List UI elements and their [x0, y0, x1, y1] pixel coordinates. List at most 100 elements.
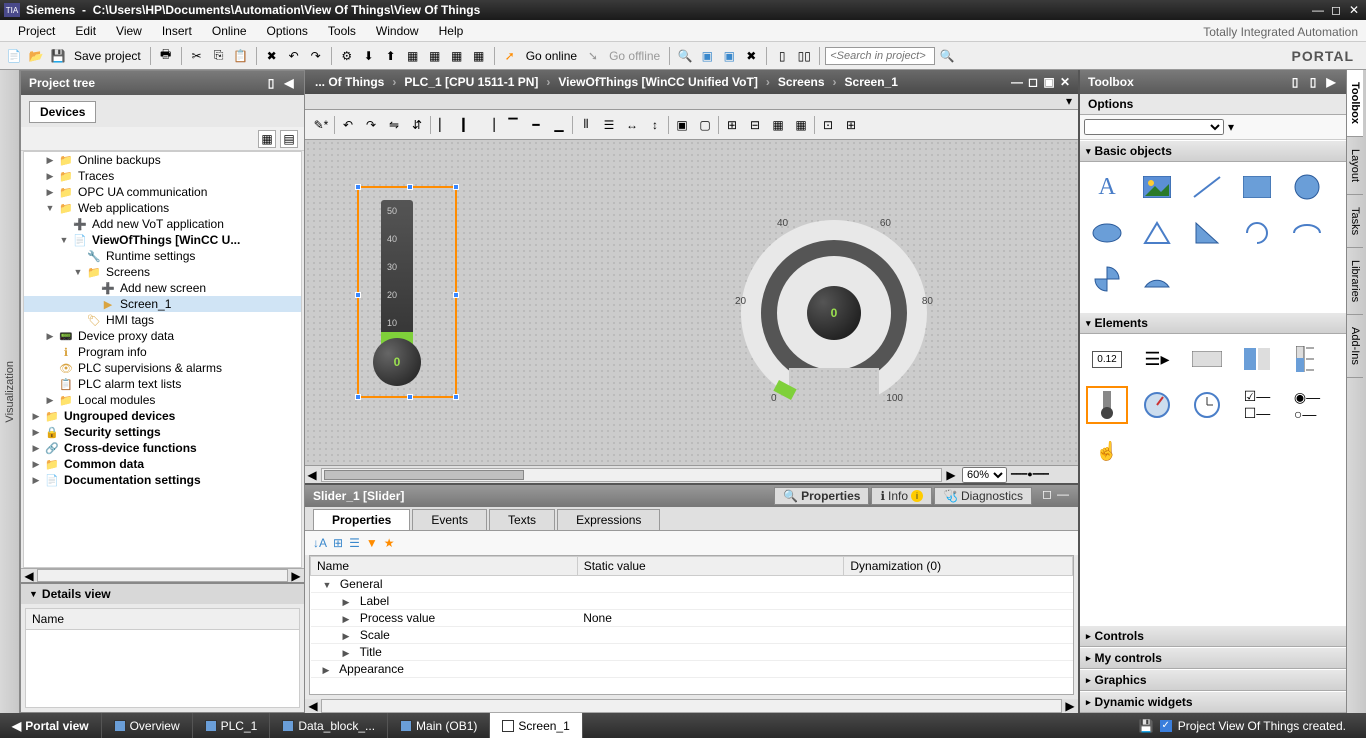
- tree-item[interactable]: ▶📁Common data: [24, 456, 301, 472]
- property-row[interactable]: ▶ Appearance: [311, 661, 1073, 678]
- tree-item[interactable]: ▶📁Local modules: [24, 392, 301, 408]
- canvas-scrollbar[interactable]: ◀ ▶ 60% ━━━●━━━: [305, 465, 1078, 483]
- maximize-button[interactable]: ◻: [1328, 3, 1344, 17]
- sub-tab-properties[interactable]: Properties: [313, 509, 410, 530]
- menu-project[interactable]: Project: [8, 22, 65, 40]
- menu-options[interactable]: Options: [257, 22, 318, 40]
- tree-item[interactable]: ➕Add new VoT application: [24, 216, 301, 232]
- upload-icon[interactable]: ⬆: [381, 46, 401, 66]
- vtab-toolbox[interactable]: Toolbox: [1347, 70, 1363, 137]
- menu-insert[interactable]: Insert: [152, 22, 202, 40]
- download-icon[interactable]: ⬇: [359, 46, 379, 66]
- properties-tab[interactable]: 🔍Properties: [774, 487, 869, 505]
- layer2-icon[interactable]: ▦: [791, 115, 811, 135]
- dynamic-widgets-section[interactable]: ▸Dynamic widgets: [1080, 691, 1346, 713]
- save-project-button[interactable]: Save project: [70, 49, 145, 63]
- menu-help[interactable]: Help: [429, 22, 474, 40]
- layer-icon[interactable]: ▦: [768, 115, 788, 135]
- snap-icon[interactable]: ⊞: [841, 115, 861, 135]
- line-tool[interactable]: [1186, 168, 1228, 206]
- sub-tab-events[interactable]: Events: [412, 509, 487, 530]
- property-row[interactable]: ▶ Title: [311, 644, 1073, 661]
- align-middle-icon[interactable]: ━: [526, 115, 546, 135]
- menu-edit[interactable]: Edit: [65, 22, 106, 40]
- search-tool-icon[interactable]: 🔍: [675, 46, 695, 66]
- delete-icon[interactable]: ✖: [262, 46, 282, 66]
- listbox-tool[interactable]: ☰▸: [1136, 340, 1178, 378]
- bring-front-icon[interactable]: ▣: [672, 115, 692, 135]
- vtab-tasks[interactable]: Tasks: [1347, 195, 1363, 248]
- tree-item[interactable]: ▶📟Device proxy data: [24, 328, 301, 344]
- tree-item[interactable]: ▶📁Online backups: [24, 152, 301, 168]
- gauge-tool[interactable]: [1136, 386, 1178, 424]
- tool5-icon[interactable]: ▣: [697, 46, 717, 66]
- copy-icon[interactable]: ⎘: [209, 46, 229, 66]
- tree-scroll-left[interactable]: ◀: [21, 569, 37, 582]
- go-online-button[interactable]: Go online: [522, 49, 581, 63]
- close-button[interactable]: ✕: [1346, 3, 1362, 17]
- menu-online[interactable]: Online: [202, 22, 257, 40]
- rectangle-tool[interactable]: [1236, 168, 1278, 206]
- tool3-icon[interactable]: ▦: [447, 46, 467, 66]
- my-controls-section[interactable]: ▸My controls: [1080, 647, 1346, 669]
- zoom-select[interactable]: 60%: [962, 467, 1007, 483]
- panel-pin-icon[interactable]: ◀: [282, 76, 296, 90]
- project-tree[interactable]: ▶📁Online backups▶📁Traces▶📁OPC UA communi…: [23, 151, 302, 568]
- props-min-icon[interactable]: —: [1056, 487, 1070, 505]
- tree-item[interactable]: ▶Screen_1: [24, 296, 301, 312]
- sub-tab-texts[interactable]: Texts: [489, 509, 555, 530]
- editor-close-icon[interactable]: ✕: [1058, 75, 1072, 89]
- panel-collapse-icon[interactable]: ▯: [264, 76, 278, 90]
- text-tool[interactable]: A: [1086, 168, 1128, 206]
- tree-item[interactable]: ▶📁Ungrouped devices: [24, 408, 301, 424]
- align-top-icon[interactable]: ▔: [503, 115, 523, 135]
- status-save-icon[interactable]: 💾: [1139, 719, 1154, 733]
- options-dropdown-icon[interactable]: ▾: [1228, 120, 1234, 134]
- minimize-button[interactable]: —: [1310, 3, 1326, 17]
- align-center-icon[interactable]: ▎: [457, 115, 477, 135]
- status-tab[interactable]: Screen_1: [490, 713, 582, 738]
- toolbox-options-select[interactable]: [1084, 119, 1224, 135]
- new-icon[interactable]: 📄: [4, 46, 24, 66]
- slider-tool[interactable]: [1086, 386, 1128, 424]
- go-offline-button[interactable]: Go offline: [605, 49, 664, 63]
- editor-restore-icon[interactable]: ◻: [1026, 75, 1040, 89]
- portal-view-button[interactable]: ◀Portal view: [0, 713, 102, 738]
- menu-tools[interactable]: Tools: [318, 22, 366, 40]
- vtab-addins[interactable]: Add-Ins: [1347, 315, 1363, 378]
- tree-expand-icon[interactable]: ▤: [280, 130, 298, 148]
- search-go-icon[interactable]: 🔍: [937, 46, 957, 66]
- tree-item[interactable]: ▶📁Traces: [24, 168, 301, 184]
- tool-icon[interactable]: ▦: [403, 46, 423, 66]
- status-tab[interactable]: Overview: [102, 713, 193, 738]
- property-row[interactable]: ▶ Label: [311, 593, 1073, 610]
- property-row[interactable]: ▶ Scale: [311, 627, 1073, 644]
- collapse-all-icon[interactable]: ☰: [349, 536, 360, 550]
- vtab-libraries[interactable]: Libraries: [1347, 248, 1363, 315]
- send-back-icon[interactable]: ▢: [695, 115, 715, 135]
- left-vertical-tab[interactable]: Visualization: [0, 70, 20, 713]
- search-input[interactable]: [825, 47, 935, 65]
- tree-item[interactable]: ▼📁Web applications: [24, 200, 301, 216]
- touch-area-tool[interactable]: ☝: [1086, 432, 1128, 470]
- toolbox-pin-icon[interactable]: ▯: [1306, 75, 1320, 89]
- tree-item[interactable]: ▶🔗Cross-device functions: [24, 440, 301, 456]
- diagnostics-tab[interactable]: 🩺Diagnostics: [934, 487, 1032, 505]
- redo-icon[interactable]: ↷: [306, 46, 326, 66]
- favorite-icon[interactable]: ★: [384, 536, 395, 550]
- editor-gear-icon[interactable]: ▾: [1066, 94, 1072, 109]
- tree-item[interactable]: ▶📁OPC UA communication: [24, 184, 301, 200]
- align-left-icon[interactable]: ▏: [434, 115, 454, 135]
- ungroup-icon[interactable]: ⊟: [745, 115, 765, 135]
- compile-icon[interactable]: ⚙: [337, 46, 357, 66]
- tree-item[interactable]: ▶🔒Security settings: [24, 424, 301, 440]
- tool4-icon[interactable]: ▦: [469, 46, 489, 66]
- segment-tool[interactable]: [1136, 260, 1178, 298]
- arc-tool[interactable]: [1236, 214, 1278, 252]
- toolbox-view-icon[interactable]: ▯: [1288, 75, 1302, 89]
- symbolic-io-tool[interactable]: [1236, 340, 1278, 378]
- button-tool[interactable]: [1186, 340, 1228, 378]
- split-h-icon[interactable]: ▯: [772, 46, 792, 66]
- ellipse-tool[interactable]: [1086, 214, 1128, 252]
- elements-section[interactable]: ▾Elements: [1080, 312, 1346, 334]
